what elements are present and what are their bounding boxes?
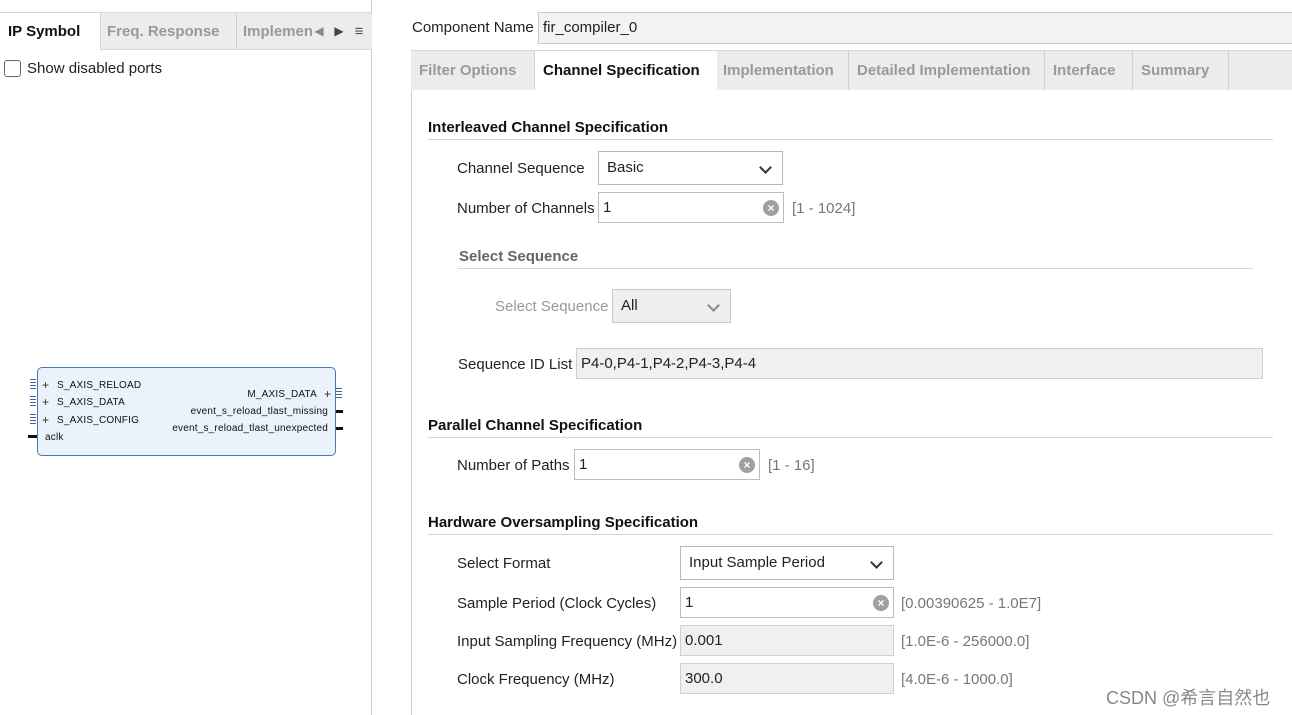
num-paths-label: Number of Paths xyxy=(457,457,570,474)
bus-connector-icon xyxy=(336,388,342,400)
sample-period-value: 1 xyxy=(685,594,694,611)
watermark: CSDN @希言自然也 xyxy=(1106,688,1271,708)
clock-freq-range: [4.0E-6 - 1000.0] xyxy=(901,671,1013,688)
parallel-section-title: Parallel Channel Specification xyxy=(428,417,643,434)
tab-channel-specification[interactable]: Channel Specification xyxy=(535,51,717,91)
oversampling-section-title: Hardware Oversampling Specification xyxy=(428,514,699,531)
select-format-select[interactable]: Input Sample Period xyxy=(680,546,894,580)
num-channels-value: 1 xyxy=(603,199,612,216)
channel-sequence-label: Channel Sequence xyxy=(457,160,585,177)
expand-plus-icon[interactable]: + xyxy=(42,413,49,427)
show-disabled-ports-label: Show disabled ports xyxy=(27,59,163,77)
tab-freq-response[interactable]: Freq. Response xyxy=(100,13,236,50)
select-sequence-select[interactable]: All xyxy=(612,289,731,323)
channel-sequence-select[interactable]: Basic xyxy=(598,151,783,185)
sample-period-range: [0.00390625 - 1.0E7] xyxy=(901,595,1042,612)
bus-connector-icon xyxy=(30,414,36,426)
tab-menu-icon[interactable]: ≡ xyxy=(350,13,368,50)
divider xyxy=(428,437,1273,438)
divider xyxy=(428,139,1273,140)
chevron-down-icon xyxy=(870,556,883,569)
divider xyxy=(428,534,1273,535)
ip-block[interactable]: + S_AXIS_RELOAD + S_AXIS_DATA + S_AXIS_C… xyxy=(37,367,336,456)
tab-filter-options[interactable]: Filter Options xyxy=(411,51,535,90)
pin-event-missing xyxy=(335,410,343,413)
select-format-value: Input Sample Period xyxy=(689,554,825,571)
input-freq-range: [1.0E-6 - 256000.0] xyxy=(901,633,1030,650)
sequence-id-label: Sequence ID List xyxy=(458,356,573,373)
num-paths-range: [1 - 16] xyxy=(768,457,815,474)
pin-event-unexpected xyxy=(335,427,343,430)
component-name-label: Component Name xyxy=(412,19,534,36)
input-freq-label: Input Sampling Frequency (MHz) xyxy=(457,633,678,650)
tab-interface[interactable]: Interface xyxy=(1045,51,1133,90)
tab-implementation[interactable]: Implementation xyxy=(715,51,849,90)
tab-scroll-left-icon[interactable]: ◀ xyxy=(312,13,326,50)
port-event-tlast-missing: event_s_reload_tlast_missing xyxy=(190,406,328,417)
tab-ip-symbol[interactable]: IP Symbol xyxy=(0,13,100,51)
tab-implementation-left[interactable]: Implemen xyxy=(236,13,312,50)
show-disabled-ports-option[interactable]: Show disabled ports xyxy=(4,59,162,77)
expand-plus-icon[interactable]: + xyxy=(42,378,49,392)
channel-sequence-value: Basic xyxy=(607,159,644,176)
clock-freq-input[interactable]: 300.0 xyxy=(680,663,894,694)
tab-detailed-implementation[interactable]: Detailed Implementation xyxy=(849,51,1045,90)
interleaved-section-title: Interleaved Channel Specification xyxy=(428,119,669,136)
num-channels-input[interactable]: 1 × xyxy=(598,192,784,223)
left-panel: IP Symbol Freq. Response Implemen ◀ ▶ ≡ … xyxy=(0,0,372,715)
num-channels-label: Number of Channels xyxy=(457,200,595,217)
channel-spec-content: Interleaved Channel Specification Channe… xyxy=(411,90,1292,715)
chevron-down-icon xyxy=(707,299,720,312)
select-sequence-label: Select Sequence xyxy=(495,298,609,315)
input-freq-input[interactable]: 0.001 xyxy=(680,625,894,656)
config-tab-bar: Filter Options Channel Specification Imp… xyxy=(411,50,1292,91)
port-s-axis-data: S_AXIS_DATA xyxy=(57,397,125,408)
left-tab-bar: IP Symbol Freq. Response Implemen ◀ ▶ ≡ xyxy=(0,12,372,51)
port-aclk: aclk xyxy=(45,432,64,443)
num-paths-value: 1 xyxy=(579,456,588,473)
port-s-axis-config: S_AXIS_CONFIG xyxy=(57,415,140,426)
tab-summary[interactable]: Summary xyxy=(1133,51,1229,90)
show-disabled-ports-checkbox[interactable] xyxy=(4,59,21,77)
sequence-id-input[interactable]: P4-0,P4-1,P4-2,P4-3,P4-4 xyxy=(576,348,1263,379)
expand-plus-icon[interactable]: + xyxy=(42,395,49,409)
select-sequence-group-title: Select Sequence xyxy=(459,248,579,265)
clear-icon[interactable]: × xyxy=(763,200,779,216)
component-name-input[interactable]: fir_compiler_0 xyxy=(538,12,1292,44)
sample-period-label: Sample Period (Clock Cycles) xyxy=(457,595,657,612)
sample-period-input[interactable]: 1 × xyxy=(680,587,894,618)
expand-plus-icon[interactable]: + xyxy=(324,387,331,401)
select-format-label: Select Format xyxy=(457,555,551,572)
port-event-tlast-unexpected: event_s_reload_tlast_unexpected xyxy=(172,423,328,434)
clock-freq-label: Clock Frequency (MHz) xyxy=(457,671,615,688)
bus-connector-icon xyxy=(30,396,36,408)
tab-scroll-right-icon[interactable]: ▶ xyxy=(332,13,346,50)
bus-connector-icon xyxy=(30,379,36,391)
port-s-axis-reload: S_AXIS_RELOAD xyxy=(57,380,142,391)
num-channels-range: [1 - 1024] xyxy=(792,200,856,217)
chevron-down-icon xyxy=(759,161,772,174)
select-sequence-value: All xyxy=(621,297,638,314)
clear-icon[interactable]: × xyxy=(739,457,755,473)
num-paths-input[interactable]: 1 × xyxy=(574,449,760,480)
port-m-axis-data: M_AXIS_DATA xyxy=(247,389,317,400)
divider xyxy=(458,268,1253,269)
clear-icon[interactable]: × xyxy=(873,595,889,611)
